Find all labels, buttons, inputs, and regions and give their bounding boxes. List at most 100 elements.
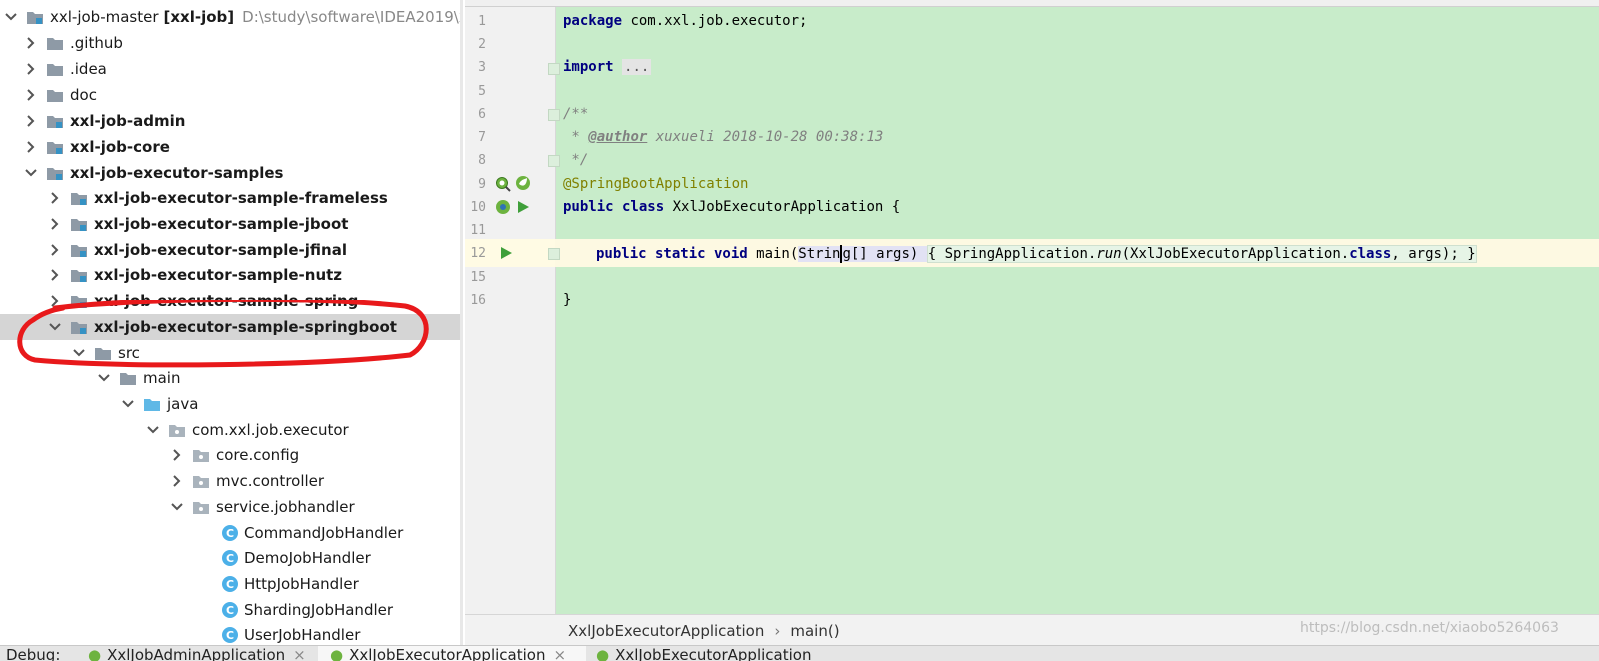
tree-item[interactable]: C UserJobHandler (0, 622, 463, 645)
debug-tab[interactable]: ● XxlJobExecutorApplication (596, 646, 811, 661)
chevron-right-icon[interactable] (170, 474, 184, 488)
tree-item[interactable]: com.xxl.job.executor (0, 417, 463, 443)
code-token: (XxlJobExecutorApplication. (1121, 246, 1350, 262)
tree-item[interactable]: xxl-job-executor-sample-jboot (0, 211, 463, 237)
code-line-3[interactable]: import ... (563, 59, 652, 75)
code-line-10[interactable]: public class XxlJobExecutorApplication { (563, 199, 900, 215)
fold-marker[interactable] (548, 248, 560, 260)
breadcrumb-class[interactable]: XxlJobExecutorApplication (568, 622, 764, 640)
breadcrumb-method[interactable]: main() (790, 622, 839, 640)
tree-root[interactable]: xxl-job-master [xxl-job] D:\study\softwa… (4, 4, 463, 30)
tree-item[interactable]: C DemoJobHandler (0, 545, 463, 571)
code-editor[interactable] (465, 0, 1599, 645)
line-number: 3 (478, 60, 486, 75)
debug-tab-label: XxlJobExecutorApplication (349, 646, 546, 661)
chevron-right-icon[interactable] (48, 217, 62, 231)
chevron-right-icon[interactable] (24, 114, 38, 128)
tree-item[interactable]: java (0, 391, 463, 417)
folded-method-body[interactable]: { SpringApplication.run(XxlJobExecutorAp… (926, 245, 1477, 263)
debug-toolbar: Debug: ● XxlJobAdminApplication × ● XxlJ… (0, 645, 1599, 661)
tree-item-label: UserJobHandler (244, 626, 361, 644)
chevron-down-icon[interactable] (121, 397, 135, 411)
chevron-right-icon[interactable] (48, 268, 62, 282)
tree-item-label: xxl-job-executor-sample-jfinal (94, 241, 347, 259)
code-line-8[interactable]: */ (563, 152, 588, 168)
code-line-9[interactable]: @SpringBootApplication (563, 176, 748, 192)
fold-column (555, 7, 568, 614)
class-icon: C (222, 627, 238, 643)
keyword-token: package (563, 13, 623, 29)
tree-item[interactable]: src (0, 340, 463, 366)
package-icon (192, 447, 210, 463)
chevron-right-icon[interactable] (24, 88, 38, 102)
tree-item[interactable]: .idea (0, 56, 463, 82)
tree-item-selected[interactable]: xxl-job-executor-sample-springboot (0, 314, 463, 340)
chevron-down-icon[interactable] (24, 166, 38, 180)
line-number: 2 (478, 37, 486, 52)
debug-tab[interactable]: ● XxlJobAdminApplication × (88, 646, 306, 661)
code-line-1[interactable]: package com.xxl.job.executor; (563, 13, 807, 29)
tree-item[interactable]: C CommandJobHandler (0, 520, 463, 546)
close-icon[interactable]: × (293, 646, 306, 661)
spring-bean-search-icon[interactable] (494, 175, 512, 193)
editor-tab-strip (465, 0, 1599, 7)
tree-item[interactable]: C HttpJobHandler (0, 571, 463, 597)
tree-item[interactable]: xxl-job-executor-sample-frameless (0, 185, 463, 211)
debug-tab-active[interactable]: ● XxlJobExecutorApplication × (318, 646, 586, 661)
chevron-down-icon[interactable] (97, 371, 111, 385)
keyword-token: class (1349, 246, 1392, 262)
tree-item[interactable]: xxl-job-executor-samples (0, 160, 463, 186)
chevron-right-icon[interactable] (48, 294, 62, 308)
module-folder-icon (46, 139, 64, 155)
tree-item-label: src (118, 344, 140, 362)
chevron-right-icon[interactable] (170, 448, 184, 462)
tree-item[interactable]: xxl-job-executor-sample-spring (0, 288, 463, 314)
chevron-right-icon[interactable] (48, 243, 62, 257)
class-icon: C (222, 550, 238, 566)
tree-item-label: .github (70, 34, 123, 52)
chevron-right-icon[interactable] (24, 140, 38, 154)
chevron-right-icon[interactable] (24, 36, 38, 50)
package-icon (168, 422, 186, 438)
chevron-down-icon[interactable] (48, 320, 62, 334)
fold-marker[interactable] (548, 155, 560, 167)
tree-item[interactable]: xxl-job-executor-sample-nutz (0, 262, 463, 288)
close-icon[interactable]: × (553, 646, 566, 661)
fold-marker[interactable] (548, 63, 560, 75)
spring-boot-icon[interactable] (514, 174, 532, 192)
tree-item[interactable]: core.config (0, 442, 463, 468)
folded-imports[interactable]: ... (622, 59, 652, 75)
code-line-7[interactable]: * @author xuxueli 2018-10-28 00:38:13 (563, 129, 883, 145)
run-main-icon[interactable] (497, 244, 515, 262)
chevron-down-icon[interactable] (72, 346, 86, 360)
tree-item[interactable]: xxl-job-core (0, 134, 463, 160)
spring-bean-icon[interactable] (494, 198, 512, 216)
code-line-12[interactable]: public static void main(Strin g[] args) {… (596, 245, 1477, 263)
module-folder-icon (70, 190, 88, 206)
fold-marker[interactable] (548, 109, 560, 121)
tree-item[interactable]: doc (0, 82, 463, 108)
code-line-16[interactable]: } (563, 292, 571, 308)
chevron-right-icon[interactable] (24, 62, 38, 76)
tree-item[interactable]: xxl-job-admin (0, 108, 463, 134)
chevron-down-icon[interactable] (170, 500, 184, 514)
tree-item[interactable]: C ShardingJobHandler (0, 597, 463, 623)
spring-boot-icon: ● (596, 646, 610, 661)
tree-item[interactable]: service.jobhandler (0, 494, 463, 520)
tree-item[interactable]: mvc.controller (0, 468, 463, 494)
chevron-down-icon[interactable] (4, 10, 18, 24)
folder-icon (46, 35, 64, 51)
chevron-right-icon[interactable] (48, 191, 62, 205)
run-icon[interactable] (514, 198, 532, 216)
tree-item[interactable]: xxl-job-executor-sample-jfinal (0, 237, 463, 263)
line-number: 11 (470, 223, 486, 238)
line-number: 7 (478, 130, 486, 145)
code-line-6[interactable]: /** (563, 106, 588, 122)
module-folder-icon (70, 293, 88, 309)
tree-item[interactable]: main (0, 365, 463, 391)
tree-item[interactable]: .github (0, 30, 463, 56)
code-token: main( (747, 246, 799, 262)
chevron-down-icon[interactable] (146, 423, 160, 437)
class-icon: C (222, 525, 238, 541)
tree-item-label: xxl-job-executor-sample-jboot (94, 215, 349, 233)
